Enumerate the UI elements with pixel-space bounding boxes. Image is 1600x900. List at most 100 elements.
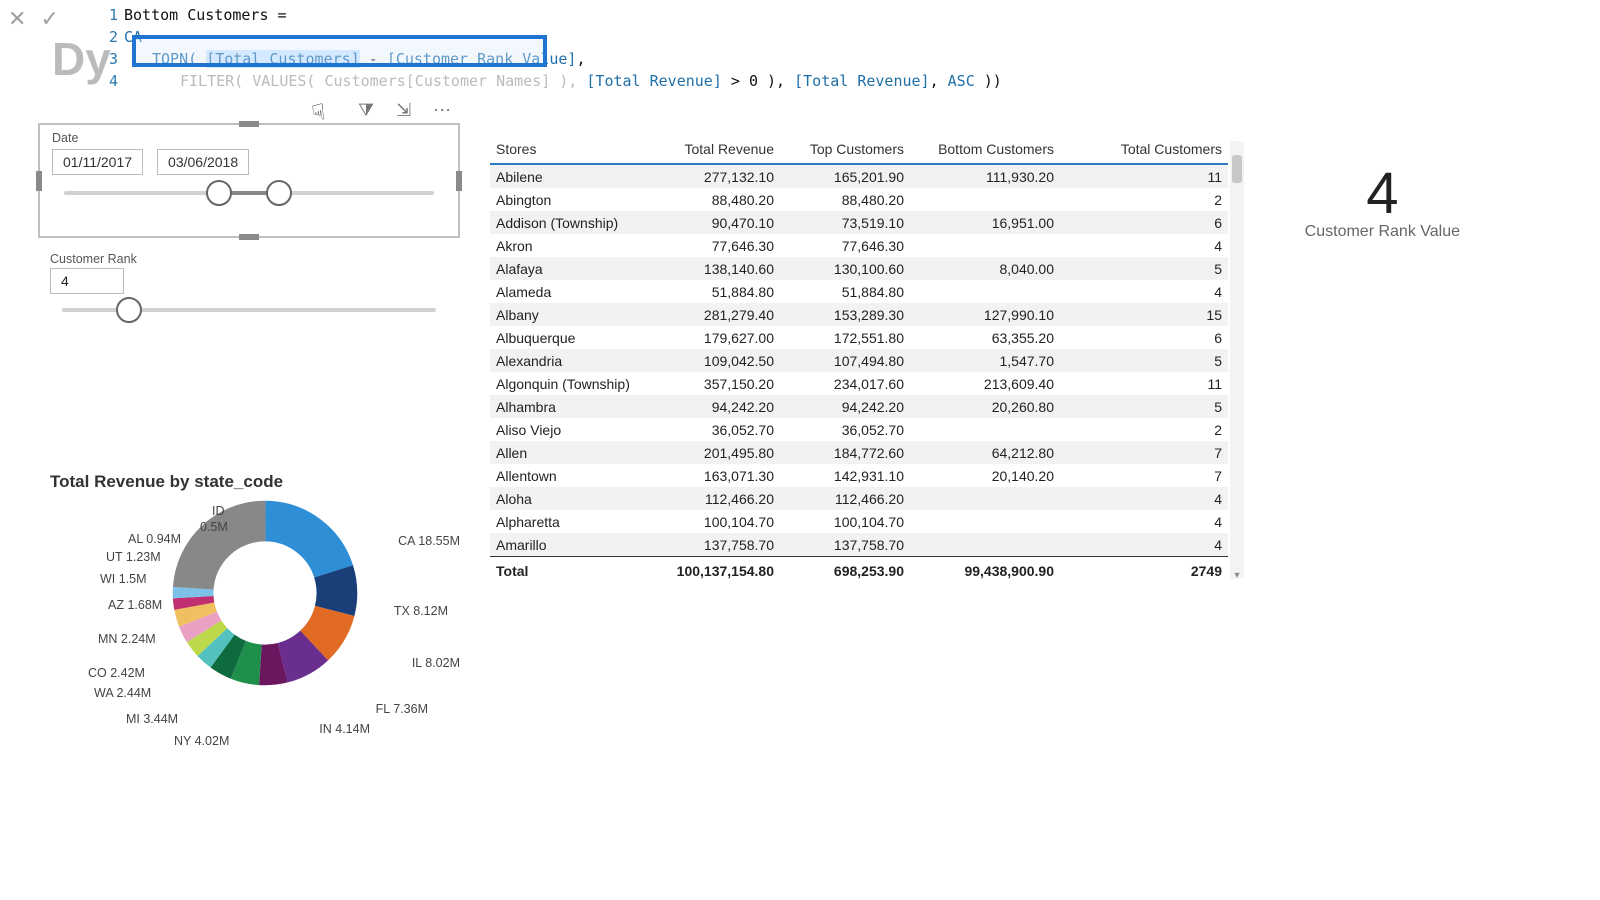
table-row[interactable]: Albuquerque179,627.00172,551.8063,355.20… [490,326,1228,349]
cell-bottom [910,234,1060,257]
code-text: , [930,72,948,90]
table-row[interactable]: Abington88,480.2088,480.202 [490,188,1228,211]
rank-slider[interactable] [62,308,436,312]
cell-total: 4 [1060,234,1228,257]
cell-top: 100,104.70 [780,510,910,533]
cell-revenue: 357,150.20 [650,372,780,395]
resize-handle[interactable] [239,121,259,127]
stores-table[interactable]: Stores Total Revenue Top Customers Botto… [490,135,1228,585]
table-row[interactable]: Abilene277,132.10165,201.90111,930.2011 [490,164,1228,188]
scroll-track[interactable] [1230,141,1244,579]
table-row[interactable]: Albany281,279.40153,289.30127,990.1015 [490,303,1228,326]
donut-chart[interactable]: Total Revenue by state_code CA 18.55M TX… [50,472,470,772]
cell-top: 137,758.70 [780,533,910,557]
slice-label: IL 8.02M [412,656,460,670]
table-row[interactable]: Alafaya138,140.60130,100.608,040.005 [490,257,1228,280]
slice-label: FL 7.36M [376,702,428,716]
table-row[interactable]: Alpharetta100,104.70100,104.704 [490,510,1228,533]
total-customers: 2749 [1060,557,1228,586]
cell-revenue: 51,884.80 [650,280,780,303]
date-start-input[interactable]: 01/11/2017 [52,149,143,175]
slicer-title: Date [40,125,458,147]
line-number: 1 [100,4,118,26]
cell-revenue: 77,646.30 [650,234,780,257]
more-icon[interactable]: ⋯ [433,100,451,121]
table-row[interactable]: Alhambra94,242.2094,242.2020,260.805 [490,395,1228,418]
filter-icon[interactable]: ⧩ [358,100,374,121]
cell-bottom [910,418,1060,441]
slice-label: AZ 1.68M [108,598,162,612]
cell-top: 130,100.60 [780,257,910,280]
table-row[interactable]: Algonquin (Township)357,150.20234,017.60… [490,372,1228,395]
resize-handle[interactable] [36,171,42,191]
cell-revenue: 281,279.40 [650,303,780,326]
cell-top: 77,646.30 [780,234,910,257]
cell-bottom [910,533,1060,557]
focus-icon[interactable]: ⇲ [396,100,411,121]
slider-thumb[interactable] [116,297,142,323]
cell-total: 6 [1060,211,1228,234]
resize-handle[interactable] [239,234,259,240]
date-slicer[interactable]: Date 01/11/2017 03/06/2018 [38,123,460,238]
cell-bottom: 20,260.80 [910,395,1060,418]
measure-ref: [Total Revenue] [794,72,929,90]
rank-input[interactable]: 4 [50,268,124,294]
date-end-input[interactable]: 03/06/2018 [157,149,249,175]
slider-thumb-start[interactable] [206,180,232,206]
rank-value-card[interactable]: 4 Customer Rank Value [1305,160,1460,241]
total-label: Total [490,557,650,586]
cell-store: Alafaya [490,257,650,280]
col-stores[interactable]: Stores [490,135,650,164]
commit-icon[interactable]: ✓ [40,6,58,32]
cancel-icon[interactable]: ✕ [8,6,26,32]
cell-top: 88,480.20 [780,188,910,211]
slider-thumb-end[interactable] [266,180,292,206]
cell-top: 172,551.80 [780,326,910,349]
slice-label: UT 1.23M [106,550,161,564]
cell-total: 4 [1060,280,1228,303]
table-row[interactable]: Alameda51,884.8051,884.804 [490,280,1228,303]
cell-bottom: 213,609.40 [910,372,1060,395]
code-text: FILTER( VALUES( Customers[Customer Names… [180,72,577,90]
scroll-thumb[interactable] [1232,155,1242,183]
slice-label: CA 18.55M [398,534,460,548]
cell-revenue: 277,132.10 [650,164,780,188]
table-row[interactable]: Allen201,495.80184,772.6064,212.807 [490,441,1228,464]
table-row[interactable]: Amarillo137,758.70137,758.704 [490,533,1228,557]
cell-revenue: 36,052.70 [650,418,780,441]
cell-bottom: 63,355.20 [910,326,1060,349]
cell-bottom: 16,951.00 [910,211,1060,234]
table-row[interactable]: Addison (Township)90,470.1073,519.1016,9… [490,211,1228,234]
cell-top: 184,772.60 [780,441,910,464]
slice-label: WA 2.44M [94,686,151,700]
chart-title: Total Revenue by state_code [50,472,470,492]
table-row[interactable]: Aliso Viejo36,052.7036,052.702 [490,418,1228,441]
cell-top: 142,931.10 [780,464,910,487]
cell-top: 153,289.30 [780,303,910,326]
table-row[interactable]: Allentown163,071.30142,931.1020,140.207 [490,464,1228,487]
scroll-down-icon[interactable]: ▾ [1230,570,1244,581]
cell-top: 107,494.80 [780,349,910,372]
rank-slicer[interactable]: Customer Rank 4 [38,246,460,346]
col-bottom-customers[interactable]: Bottom Customers [910,135,1060,164]
scrollbar[interactable]: ▴ ▾ [1230,141,1244,579]
table-total-row: Total 100,137,154.80 698,253.90 99,438,9… [490,557,1228,586]
slice-label: MI 3.44M [126,712,178,726]
cell-revenue: 109,042.50 [650,349,780,372]
col-top-customers[interactable]: Top Customers [780,135,910,164]
cell-top: 234,017.60 [780,372,910,395]
cell-total: 4 [1060,510,1228,533]
visual-toolbar: ⧩ ⇲ ⋯ [358,100,451,121]
col-total-customers[interactable]: Total Customers [1060,135,1228,164]
slice-label: 0.5M [200,520,228,534]
cell-bottom: 64,212.80 [910,441,1060,464]
resize-handle[interactable] [456,171,462,191]
col-total-revenue[interactable]: Total Revenue [650,135,780,164]
table-row[interactable]: Alexandria109,042.50107,494.801,547.705 [490,349,1228,372]
date-slider[interactable] [64,191,434,195]
cell-store: Akron [490,234,650,257]
table-row[interactable]: Aloha112,466.20112,466.204 [490,487,1228,510]
cell-store: Abilene [490,164,650,188]
table-row[interactable]: Akron77,646.3077,646.304 [490,234,1228,257]
table-header-row[interactable]: Stores Total Revenue Top Customers Botto… [490,135,1228,164]
